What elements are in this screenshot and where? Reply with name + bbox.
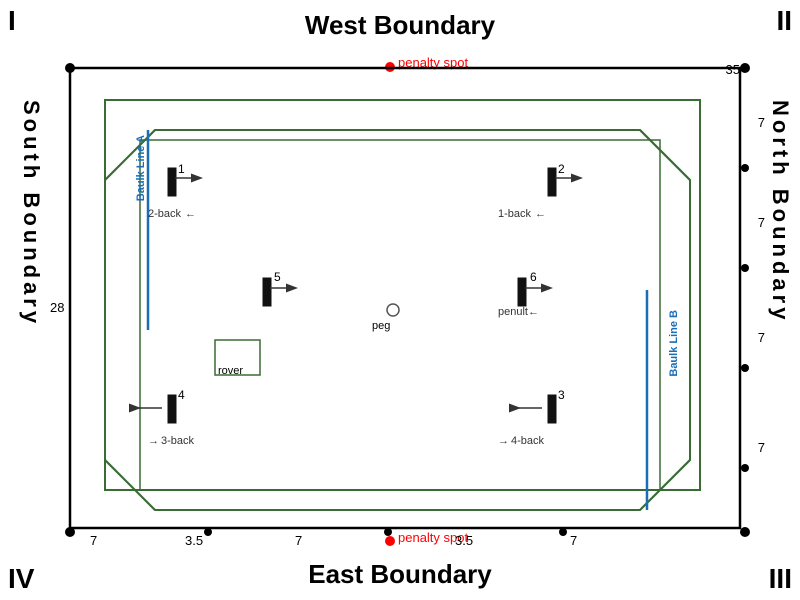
baulk-line-b-label: Baulk Line B bbox=[668, 310, 680, 377]
hoop-5-label: 5 bbox=[274, 270, 281, 284]
hoop-6-label: 6 bbox=[530, 270, 537, 284]
back-1-label: 1-back← bbox=[498, 208, 546, 220]
back-4-label: →4-back bbox=[498, 435, 544, 447]
hoop-1-label: 1 bbox=[178, 162, 185, 176]
hoop-3-label: 3 bbox=[558, 388, 565, 402]
back-3-label: →3-back bbox=[148, 435, 194, 447]
court-diagram: I II III IV West Boundary East Boundary … bbox=[0, 0, 800, 600]
peg-label: peg bbox=[372, 320, 390, 332]
hoop-4-label: 4 bbox=[178, 388, 185, 402]
court-svg bbox=[0, 0, 800, 600]
penult-label: penult← bbox=[498, 306, 539, 318]
back-2-label: 2-back← bbox=[148, 208, 196, 220]
baulk-line-a-label: Baulk Line A bbox=[135, 135, 147, 201]
hoop-2-label: 2 bbox=[558, 162, 565, 176]
rover-label: rover bbox=[218, 365, 243, 377]
